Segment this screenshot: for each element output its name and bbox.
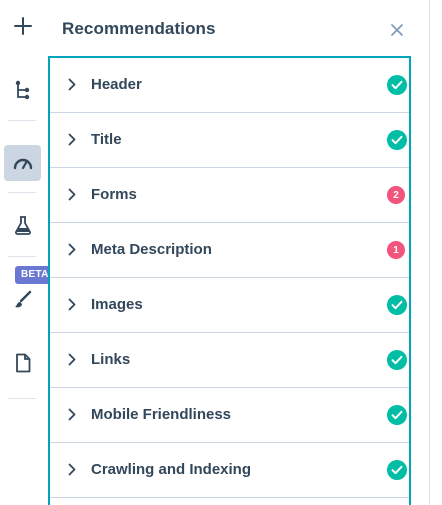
- recommendation-label: Crawling and Indexing: [91, 461, 252, 478]
- recommendation-label: Meta Description: [91, 241, 212, 258]
- chevron-right-icon: [68, 298, 76, 316]
- recommendation-label: Mobile Friendliness: [91, 406, 232, 423]
- check-circle-icon: [387, 130, 407, 150]
- recommendation-label: Header: [91, 76, 142, 93]
- left-toolbar: BETA: [0, 0, 55, 505]
- close-icon: [391, 23, 403, 41]
- chevron-right-icon: [68, 133, 76, 151]
- issue-count-badge: 1: [387, 241, 405, 259]
- recommendations-list: Header Title Forms 2 Meta Description 1 Images…: [48, 56, 411, 505]
- recommendation-label: Forms: [91, 186, 137, 203]
- page-button[interactable]: [4, 345, 41, 381]
- panel-header: Recommendations: [48, 0, 414, 57]
- flask-icon: [14, 215, 32, 235]
- issue-count-badge: 2: [387, 186, 405, 204]
- close-button[interactable]: [384, 21, 410, 43]
- recommendation-row[interactable]: Meta Description 1: [50, 223, 409, 278]
- recommendation-label: Links: [91, 351, 131, 368]
- recommendation-label: Title: [91, 131, 122, 148]
- check-circle-icon: [387, 460, 407, 480]
- test-button[interactable]: [4, 207, 41, 243]
- check-circle-icon: [387, 405, 407, 425]
- check-circle-icon: [387, 295, 407, 315]
- panel-divider: [429, 0, 430, 505]
- recommendation-row[interactable]: Links: [50, 333, 409, 388]
- recommendation-row[interactable]: Images: [50, 278, 409, 333]
- recommendation-row[interactable]: Forms 2: [50, 168, 409, 223]
- chevron-right-icon: [68, 243, 76, 261]
- panel-title: Recommendations: [62, 19, 216, 38]
- document-icon: [15, 353, 31, 373]
- check-circle-icon: [387, 350, 407, 370]
- toolbar-divider: [8, 120, 36, 121]
- chevron-right-icon: [68, 463, 76, 481]
- recommendations-panel: Recommendations Header Title Forms 2 Meta De…: [48, 0, 414, 505]
- chevron-right-icon: [68, 408, 76, 426]
- toolbar-divider: [8, 256, 36, 257]
- structure-button[interactable]: [4, 72, 41, 108]
- hierarchy-icon: [14, 80, 32, 100]
- add-button[interactable]: [4, 8, 41, 44]
- check-circle-icon: [387, 75, 407, 95]
- recommendation-row[interactable]: Crawling and Indexing: [50, 443, 409, 498]
- chevron-right-icon: [68, 78, 76, 96]
- recommendation-row[interactable]: Mobile Friendliness: [50, 388, 409, 443]
- toolbar-divider: [8, 192, 36, 193]
- toolbar-divider: [8, 398, 36, 399]
- recommendation-row[interactable]: Title: [50, 113, 409, 168]
- optimize-button[interactable]: [4, 145, 41, 181]
- chevron-right-icon: [68, 188, 76, 206]
- chevron-right-icon: [68, 353, 76, 371]
- recommendation-row[interactable]: Header: [50, 58, 409, 113]
- brush-icon: [13, 290, 33, 310]
- gauge-icon: [13, 156, 33, 170]
- plus-icon: [13, 16, 33, 36]
- recommendation-label: Images: [91, 296, 143, 313]
- design-button[interactable]: [4, 282, 41, 318]
